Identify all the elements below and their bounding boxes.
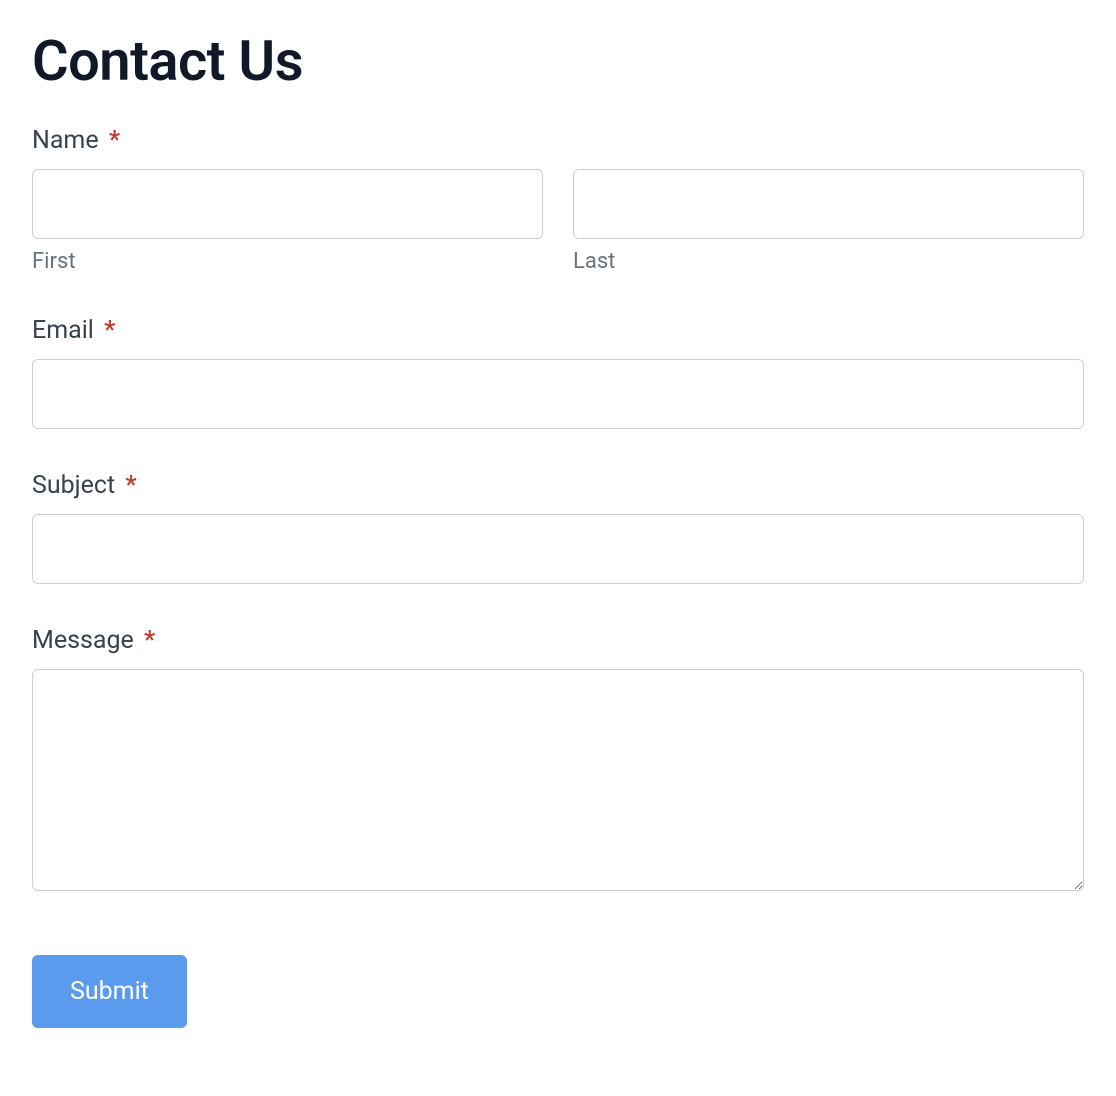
email-label-text: Email bbox=[32, 316, 94, 345]
message-textarea[interactable] bbox=[32, 669, 1084, 891]
name-row: First Last bbox=[32, 169, 1084, 274]
subject-input[interactable] bbox=[32, 514, 1084, 584]
required-asterisk-icon: * bbox=[109, 126, 120, 155]
last-name-sublabel: Last bbox=[573, 249, 1084, 274]
name-label: Name * bbox=[32, 126, 1084, 155]
first-name-sublabel: First bbox=[32, 249, 543, 274]
name-field-group: Name * First Last bbox=[32, 126, 1084, 274]
name-label-text: Name bbox=[32, 126, 99, 155]
message-label: Message * bbox=[32, 626, 1084, 655]
required-asterisk-icon: * bbox=[104, 316, 115, 345]
contact-form: Name * First Last Email * Subject * bbox=[32, 126, 1084, 1028]
first-name-input[interactable] bbox=[32, 169, 543, 239]
email-field-group: Email * bbox=[32, 316, 1084, 429]
subject-field-group: Subject * bbox=[32, 471, 1084, 584]
message-field-group: Message * bbox=[32, 626, 1084, 895]
page-title: Contact Us bbox=[32, 28, 1084, 94]
submit-button[interactable]: Submit bbox=[32, 955, 187, 1028]
last-name-col: Last bbox=[573, 169, 1084, 274]
email-input[interactable] bbox=[32, 359, 1084, 429]
email-label: Email * bbox=[32, 316, 1084, 345]
required-asterisk-icon: * bbox=[144, 626, 155, 655]
subject-label: Subject * bbox=[32, 471, 1084, 500]
first-name-col: First bbox=[32, 169, 543, 274]
subject-label-text: Subject bbox=[32, 471, 115, 500]
last-name-input[interactable] bbox=[573, 169, 1084, 239]
message-label-text: Message bbox=[32, 626, 134, 655]
required-asterisk-icon: * bbox=[125, 471, 136, 500]
